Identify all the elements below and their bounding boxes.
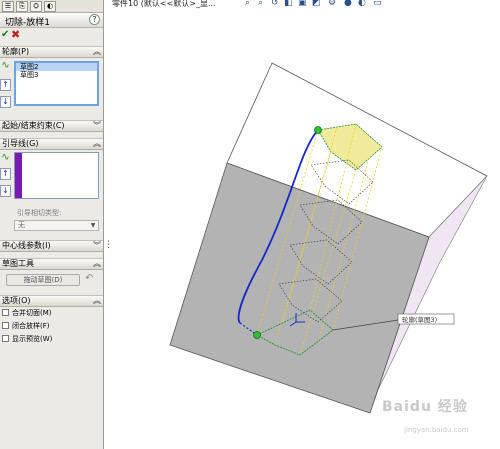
cancel-x-icon[interactable]: ✖ bbox=[11, 28, 20, 41]
merge-tangent-checkbox[interactable]: 合并切面(M) bbox=[2, 309, 52, 319]
flyout-tree-item[interactable]: 零件10 (默认<<默认>_显... bbox=[112, 0, 216, 9]
undo-icon[interactable]: ↶ bbox=[85, 274, 97, 286]
zoom-fit-icon[interactable]: ⌕ bbox=[245, 0, 250, 8]
heads-up-toolbar: 零件10 (默认<<默认>_显... ⌕ ⌕ ↺ ◧ ▣ ◩ ⚙ ● ◐ ▭ bbox=[112, 0, 500, 10]
ok-cancel-row: ✔ ✖ bbox=[0, 28, 103, 42]
checkbox-box[interactable] bbox=[2, 335, 9, 342]
previous-view-icon[interactable]: ↺ bbox=[271, 0, 279, 8]
feature-title: 切除-放样1 bbox=[5, 18, 50, 28]
guide-curve-icon: ∿ bbox=[1, 152, 10, 163]
guide-start-point[interactable] bbox=[314, 126, 322, 134]
expand-chevron-icon[interactable]: ︾ bbox=[93, 121, 101, 131]
checkbox-box[interactable] bbox=[2, 322, 9, 329]
guide-curves-listbox[interactable] bbox=[14, 152, 99, 199]
section-profiles-label: 轮廓(P) bbox=[2, 47, 30, 56]
close-loft-checkbox[interactable]: 闭合放样(F) bbox=[2, 322, 50, 332]
guide-move-up-button[interactable]: ↑ bbox=[0, 168, 11, 180]
appearance-tab[interactable]: ◐ bbox=[44, 1, 56, 12]
collapse-chevron-icon[interactable]: ︽ bbox=[93, 296, 101, 306]
section-options[interactable]: 选项(O) ︽ bbox=[0, 295, 103, 307]
zoom-area-icon[interactable]: ⌕ bbox=[258, 0, 263, 8]
ok-check-icon[interactable]: ✔ bbox=[1, 29, 9, 40]
checkbox-label: 显示预览(W) bbox=[12, 335, 53, 343]
list-item[interactable]: 草图3 bbox=[16, 71, 97, 79]
drag-sketch-button[interactable]: 拖动草图(D) bbox=[6, 274, 80, 286]
section-centerline-label: 中心线参数(I) bbox=[2, 241, 51, 250]
hide-show-icon[interactable]: ⚙ bbox=[328, 0, 336, 8]
view-orientation-icon[interactable]: ▣ bbox=[298, 0, 307, 8]
property-manager-tab[interactable]: ⎘ bbox=[16, 1, 28, 12]
profiles-listbox[interactable]: 草图2 草图3 bbox=[14, 61, 99, 106]
configuration-tab[interactable]: ⛭ bbox=[30, 1, 42, 12]
guide-selection-bar bbox=[15, 153, 22, 198]
callout-label: 轮廓(草图3) bbox=[402, 315, 437, 324]
section-sketch-tools-label: 草图工具 bbox=[2, 259, 34, 268]
collapse-chevron-icon[interactable]: ︽ bbox=[93, 139, 101, 149]
move-down-button[interactable]: ↓ bbox=[0, 96, 11, 108]
checkbox-label: 合并切面(M) bbox=[12, 309, 52, 317]
guide-tangency-value: 无 bbox=[18, 221, 25, 229]
edit-appearance-icon[interactable]: ● bbox=[344, 0, 352, 8]
checkbox-label: 闭合放样(F) bbox=[12, 322, 50, 330]
collapse-chevron-icon[interactable]: ︽ bbox=[93, 47, 101, 57]
watermark-brand: Baidu 经验 bbox=[382, 399, 468, 415]
show-preview-checkbox[interactable]: 显示预览(W) bbox=[2, 335, 52, 345]
display-style-icon[interactable]: ◩ bbox=[312, 0, 321, 8]
section-view-icon[interactable]: ◧ bbox=[284, 0, 293, 8]
checkbox-box[interactable] bbox=[2, 309, 9, 316]
help-icon[interactable]: ? bbox=[89, 14, 100, 25]
collapse-chevron-icon[interactable]: ︽ bbox=[93, 259, 101, 269]
section-options-label: 选项(O) bbox=[2, 296, 31, 305]
scene-icon[interactable]: ◐ bbox=[358, 0, 366, 8]
section-start-end-constraints[interactable]: 起始/结束约束(C) ︾ bbox=[0, 120, 103, 132]
section-guide-curves[interactable]: 引导线(G) ︽ bbox=[0, 138, 103, 150]
section-start-end-label: 起始/结束约束(C) bbox=[2, 121, 65, 130]
watermark-url: jingyan.baidu.com bbox=[404, 426, 469, 434]
expand-chevron-icon[interactable]: ︾ bbox=[93, 241, 101, 251]
guide-end-point[interactable] bbox=[253, 331, 261, 339]
dropdown-arrow-icon[interactable]: ▼ bbox=[89, 222, 97, 229]
section-sketch-tools[interactable]: 草图工具 ︽ bbox=[0, 258, 103, 270]
profile-curve-icon: ∿ bbox=[1, 60, 10, 71]
graphics-viewport[interactable]: 轮廓(草图3) bbox=[105, 10, 500, 449]
manager-tabs: ☰ ⎘ ⛭ ◐ bbox=[0, 0, 103, 13]
section-guides-label: 引导线(G) bbox=[2, 139, 39, 148]
guide-move-down-button[interactable]: ↓ bbox=[0, 185, 11, 197]
move-up-button[interactable]: ↑ bbox=[0, 79, 11, 91]
list-item[interactable]: 草图2 bbox=[16, 63, 97, 71]
property-manager-panel: ☰ ⎘ ⛭ ◐ 切除-放样1 ? ✔ ✖ 轮廓(P) ︽ ∿ ↑ ↓ 草图2 草… bbox=[0, 0, 104, 449]
guide-tangency-select[interactable]: 无 ▼ bbox=[14, 220, 99, 231]
section-profiles[interactable]: 轮廓(P) ︽ bbox=[0, 46, 103, 58]
feature-title-bar: 切除-放样1 ? bbox=[0, 13, 103, 28]
view-settings-icon[interactable]: ▭ bbox=[373, 0, 382, 8]
guide-tangency-label: 引导相切类型: bbox=[17, 209, 62, 217]
section-centerline-parameters[interactable]: 中心线参数(I) ︾ bbox=[0, 240, 103, 252]
feature-tree-tab[interactable]: ☰ bbox=[2, 1, 14, 12]
